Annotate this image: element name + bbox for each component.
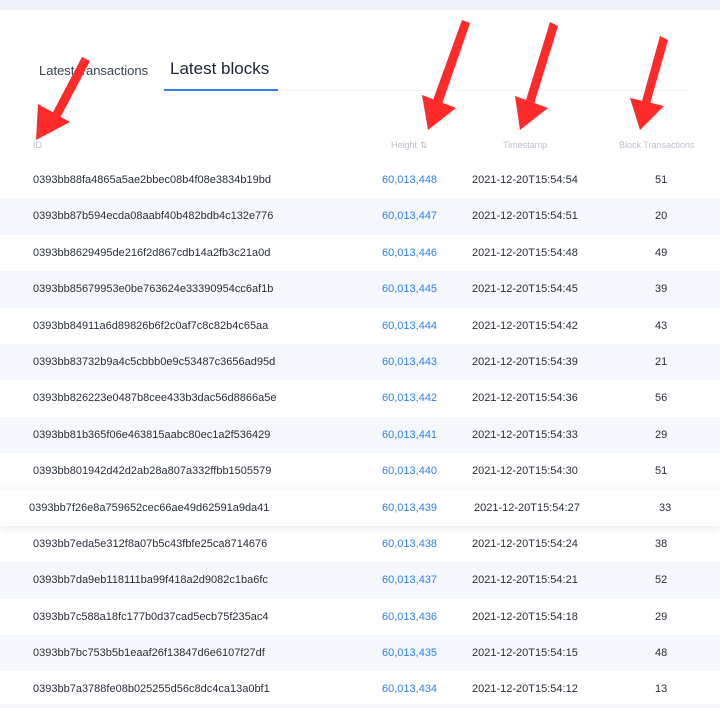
block-id: 0393bb8629495de216f2d867cdb14a2fb3c21a0d [33,246,271,259]
block-timestamp: 2021-12-20T15:54:36 [472,392,578,405]
tab-bar: Latest transactions Latest blocks [0,10,720,100]
block-timestamp: 2021-12-20T15:54:39 [472,355,578,368]
table-row[interactable]: 0393bb88fa4865a5ae2bbec08b4f08e3834b19bd… [0,162,720,198]
block-height-link[interactable]: 60,013,435 [382,635,437,671]
block-timestamp: 2021-12-20T15:54:12 [472,683,578,696]
block-timestamp: 2021-12-20T15:54:21 [472,574,578,587]
block-id: 0393bb85679953e0be763624e33390954cc6af1b [33,283,274,296]
column-header-height-label: Height [391,140,418,150]
block-transaction-count: 29 [655,610,668,623]
block-height-link[interactable]: 60,013,440 [382,453,437,489]
block-transaction-count: 38 [655,537,668,550]
block-transaction-count: 29 [655,428,668,441]
block-height-link[interactable]: 60,013,447 [382,198,437,234]
table-row[interactable]: 0393bb826223e0487b8cee433b3dac56d8866a5e… [0,380,720,416]
block-height-link[interactable]: 60,013,436 [382,599,437,635]
block-transaction-count: 13 [655,683,668,696]
block-transaction-count: 39 [655,283,668,296]
block-height-link[interactable]: 60,013,444 [382,308,437,344]
block-transaction-count: 43 [655,319,668,332]
block-id: 0393bb7bc753b5b1eaaf26f13847d6e6107f27df [33,647,265,660]
block-height-link[interactable]: 60,013,446 [382,235,437,271]
table-row[interactable]: 0393bb84911a6d89826b6f2c0af7c8c82b4c65aa… [0,308,720,344]
block-height-link[interactable]: 60,013,443 [382,344,437,380]
block-transaction-count: 20 [655,210,668,223]
block-transaction-count: 56 [655,392,668,405]
block-id: 0393bb801942d42d2ab28a807a332ffbb1505579 [33,465,272,478]
block-transaction-count: 48 [655,647,668,660]
block-id: 0393bb87b594ecda08aabf40b482bdb4c132e776 [33,210,274,223]
tab-divider [278,90,688,91]
block-id: 0393bb83732b9a4c5cbbb0e9c53487c3656ad95d [33,355,276,368]
table-header: ID Height ⇅ Timestamp Block Transactions [0,136,720,156]
table-row[interactable]: 0393bb87b594ecda08aabf40b482bdb4c132e776… [0,198,720,235]
block-timestamp: 2021-12-20T15:54:15 [472,647,578,660]
tab-latest-blocks[interactable]: Latest blocks [170,59,269,79]
block-height-link[interactable]: 60,013,439 [382,490,437,526]
block-timestamp: 2021-12-20T15:54:33 [472,428,578,441]
block-id: 0393bb81b365f06e463815aabc80ec1a2f536429 [33,428,271,441]
block-transaction-count: 52 [655,574,668,587]
block-id: 0393bb826223e0487b8cee433b3dac56d8866a5e [33,392,277,405]
block-timestamp: 2021-12-20T15:54:24 [472,537,578,550]
block-transaction-count: 49 [655,246,668,259]
block-id: 0393bb7f26e8a759652cec66ae49d62591a9da41 [29,501,270,514]
sort-icon[interactable]: ⇅ [420,140,428,151]
top-strip [0,0,720,10]
blocks-table-body: 0393bb88fa4865a5ae2bbec08b4f08e3834b19bd… [0,162,720,708]
block-height-link[interactable]: 60,013,438 [382,526,437,562]
block-id: 0393bb84911a6d89826b6f2c0af7c8c82b4c65aa [33,319,269,332]
block-timestamp: 2021-12-20T15:54:51 [472,210,578,223]
block-timestamp: 2021-12-20T15:54:48 [472,246,578,259]
block-id: 0393bb7c588a18fc177b0d37cad5ecb75f235ac4 [33,610,269,623]
active-tab-indicator [164,89,278,91]
block-timestamp: 2021-12-20T15:54:18 [472,610,578,623]
block-height-link[interactable]: 60,013,441 [382,417,437,453]
block-timestamp: 2021-12-20T15:54:30 [472,465,578,478]
block-transaction-count: 21 [655,355,668,368]
column-header-height[interactable]: Height ⇅ [391,140,428,151]
block-id: 0393bb7eda5e312f8a07b5c43fbfe25ca8714676 [33,537,268,550]
table-row[interactable]: 0393bb85679953e0be763624e33390954cc6af1b… [0,271,720,308]
blocks-card: Latest transactions Latest blocks ID Hei… [0,10,720,704]
block-height-link[interactable]: 60,013,437 [382,562,437,598]
table-row[interactable]: 0393bb7c588a18fc177b0d37cad5ecb75f235ac4… [0,599,720,635]
table-row[interactable]: 0393bb7f26e8a759652cec66ae49d62591a9da41… [0,489,720,526]
table-row[interactable]: 0393bb7da9eb118111ba99f418a2d9082c1ba6fc… [0,562,720,599]
block-height-link[interactable]: 60,013,448 [382,162,437,198]
block-transaction-count: 51 [655,465,668,478]
block-id: 0393bb7da9eb118111ba99f418a2d9082c1ba6fc [33,574,268,587]
block-height-link[interactable]: 60,013,434 [382,671,437,707]
block-timestamp: 2021-12-20T15:54:54 [472,174,578,186]
table-row[interactable]: 0393bb7bc753b5b1eaaf26f13847d6e6107f27df… [0,635,720,672]
block-id: 0393bb7a3788fe08b025255d56c8dc4ca13a0bf1 [33,683,270,696]
table-row[interactable]: 0393bb7a3788fe08b025255d56c8dc4ca13a0bf1… [0,671,720,707]
block-id: 0393bb88fa4865a5ae2bbec08b4f08e3834b19bd [33,174,271,186]
column-header-id[interactable]: ID [33,140,42,150]
table-row[interactable]: 0393bb81b365f06e463815aabc80ec1a2f536429… [0,416,720,454]
column-header-block-transactions[interactable]: Block Transactions [619,140,695,150]
block-timestamp: 2021-12-20T15:54:42 [472,319,578,332]
block-timestamp: 2021-12-20T15:54:27 [474,501,580,514]
table-row[interactable]: 0393bb83732b9a4c5cbbb0e9c53487c3656ad95d… [0,343,720,381]
block-height-link[interactable]: 60,013,445 [382,271,437,307]
block-height-link[interactable]: 60,013,442 [382,380,437,416]
block-transaction-count: 33 [659,501,672,514]
table-row[interactable]: 0393bb7eda5e312f8a07b5c43fbfe25ca8714676… [0,526,720,562]
tab-latest-transactions[interactable]: Latest transactions [39,63,148,78]
column-header-timestamp[interactable]: Timestamp [503,140,547,150]
table-row[interactable]: 0393bb801942d42d2ab28a807a332ffbb1505579… [0,453,720,489]
table-row[interactable]: 0393bb8629495de216f2d867cdb14a2fb3c21a0d… [0,235,720,271]
block-timestamp: 2021-12-20T15:54:45 [472,283,578,296]
block-transaction-count: 51 [655,174,668,186]
